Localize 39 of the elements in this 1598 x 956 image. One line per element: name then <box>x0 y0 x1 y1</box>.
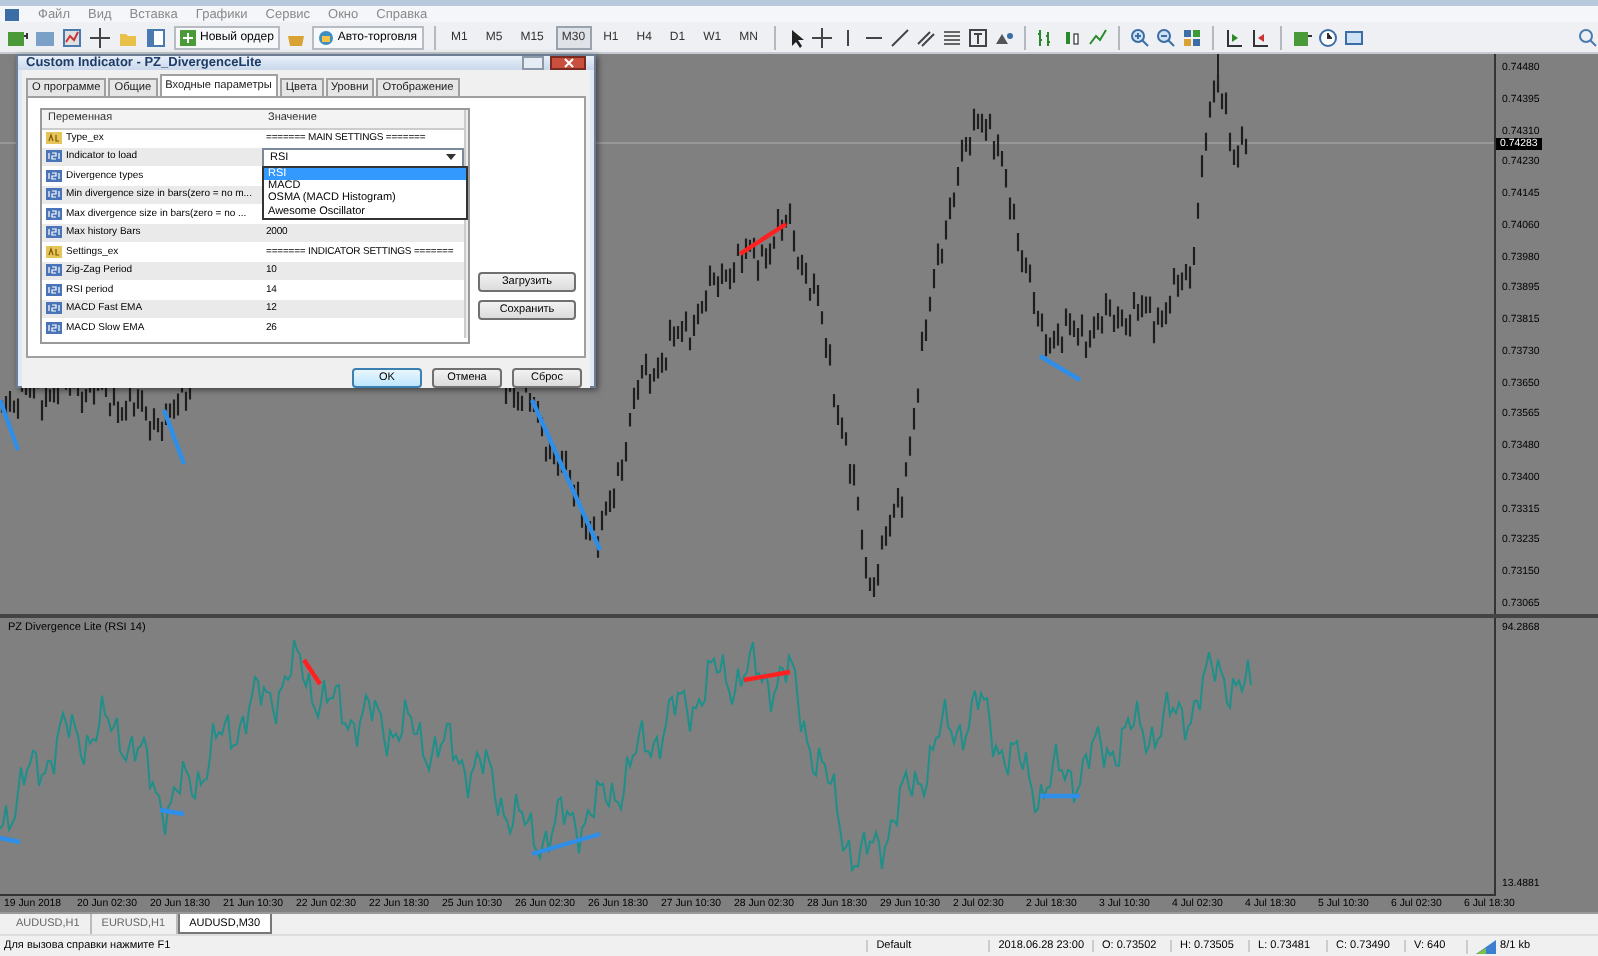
text-type-icon <box>46 131 62 144</box>
zoom-in-icon[interactable] <box>1129 27 1150 47</box>
divergence-line <box>0 835 21 845</box>
trend-line-icon[interactable] <box>889 27 910 47</box>
panel-icon[interactable] <box>146 27 168 47</box>
candle-chart-icon[interactable] <box>1061 27 1082 47</box>
label-icon[interactable] <box>967 27 988 47</box>
text-type-icon <box>46 245 62 258</box>
shapes-icon[interactable] <box>993 27 1014 47</box>
divergence-line <box>531 831 601 857</box>
plus-icon <box>180 29 196 45</box>
search-icon[interactable] <box>1578 27 1598 47</box>
divergence-line <box>161 409 187 465</box>
chart-icon[interactable] <box>62 27 84 47</box>
line-chart-icon[interactable] <box>1087 27 1108 47</box>
divergence-line <box>0 399 21 451</box>
divergence-line <box>1040 793 1080 799</box>
divergence-line <box>743 669 791 683</box>
caret-icon <box>446 154 456 161</box>
zoom-out-icon[interactable] <box>1155 27 1176 47</box>
price-spike-line <box>1217 54 1219 85</box>
divergence-line <box>1038 354 1082 382</box>
connection-bars-icon <box>1476 939 1497 953</box>
divergence-line <box>159 807 185 817</box>
bar-chart-icon[interactable] <box>1035 27 1056 47</box>
templates-icon[interactable] <box>1343 27 1364 47</box>
app-icon <box>4 7 20 21</box>
crosshair-icon[interactable] <box>90 27 112 47</box>
fibonacci-icon[interactable] <box>941 27 962 47</box>
close-button[interactable] <box>550 56 586 70</box>
tile-windows-icon[interactable] <box>1181 27 1202 47</box>
close-icon <box>563 58 573 68</box>
clock-icon[interactable] <box>1317 27 1338 47</box>
divergence-line <box>302 658 322 686</box>
crosshair-icon[interactable] <box>811 27 832 47</box>
chart-shift-icon[interactable] <box>1223 27 1244 47</box>
divergence-line <box>738 222 788 256</box>
autoscroll-icon[interactable] <box>1249 27 1270 47</box>
channel-icon[interactable] <box>915 27 936 47</box>
